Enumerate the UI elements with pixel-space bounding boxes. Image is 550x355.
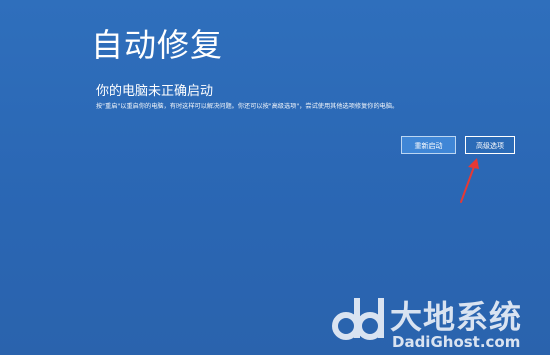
- red-arrow-icon: [460, 158, 479, 203]
- restart-button[interactable]: 重新启动: [401, 136, 456, 154]
- recovery-screen: 自动修复 你的电脑未正确启动 按"重启"以重启你的电脑，有时这样可以解决问题。你…: [0, 0, 550, 355]
- watermark-brand-cn: 大地系统: [390, 298, 523, 336]
- advanced-options-button[interactable]: 高级选项: [465, 136, 515, 154]
- error-description: 按"重启"以重启你的电脑，有时这样可以解决问题。你还可以按"高级选项"，尝试使用…: [96, 103, 399, 110]
- dadi-logo-icon: [332, 298, 384, 340]
- watermark: 大地系统 DadiGhost.com: [330, 286, 550, 355]
- page-title: 自动修复: [91, 26, 224, 64]
- error-subtitle: 你的电脑未正确启动: [96, 84, 214, 99]
- watermark-brand-en: DadiGhost.com: [392, 333, 521, 351]
